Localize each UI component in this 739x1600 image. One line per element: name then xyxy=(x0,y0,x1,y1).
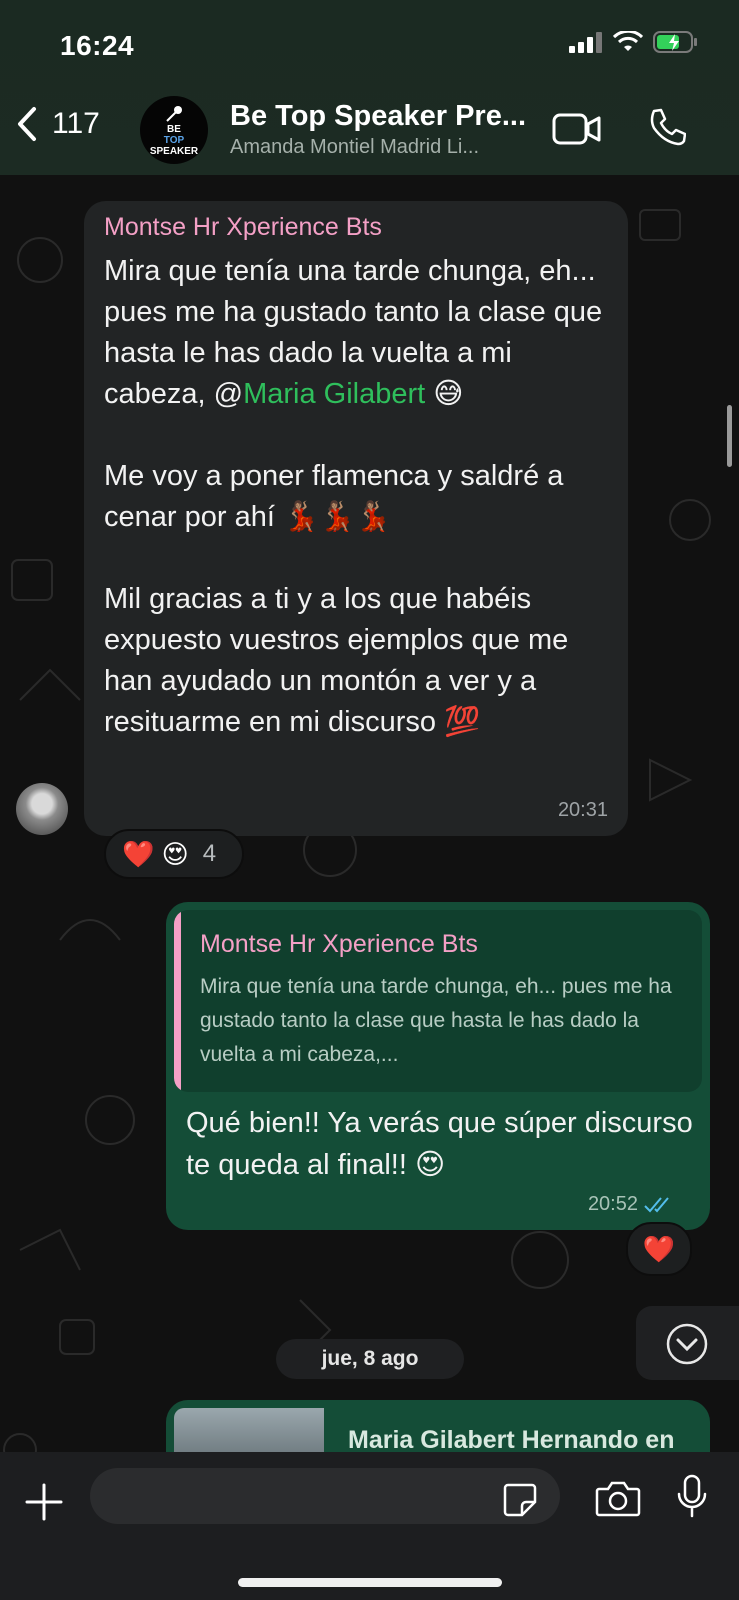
sender-avatar[interactable] xyxy=(16,783,68,835)
mention-link[interactable]: Maria Gilabert xyxy=(243,378,425,410)
avatar-text-be: BE xyxy=(167,123,181,135)
incoming-message[interactable]: Montse Hr Xperience Bts Mira que tenía u… xyxy=(84,201,628,836)
status-icons xyxy=(569,30,699,54)
outgoing-reaction[interactable]: ❤️ xyxy=(626,1222,692,1276)
sticker-icon xyxy=(503,1483,537,1517)
message-text: Qué bien!! Ya verás que súper discurso t… xyxy=(186,1107,693,1181)
read-ticks-icon xyxy=(644,1196,669,1212)
microphone-icon xyxy=(677,1474,707,1518)
message-meta: 20:52 xyxy=(588,1193,674,1216)
reaction-count: 4 xyxy=(202,840,217,867)
voice-call-icon xyxy=(650,108,687,146)
quote-text: Mira que tenía una tarde chunga, eh... p… xyxy=(200,975,672,1066)
home-indicator[interactable] xyxy=(238,1578,502,1587)
message-text: Mira que tenía una tarde chunga, eh... p… xyxy=(104,251,614,743)
camera-button[interactable] xyxy=(595,1480,641,1523)
plus-icon xyxy=(25,1483,63,1521)
microphone-logo-icon xyxy=(166,105,182,122)
unread-count: 117 xyxy=(52,107,100,140)
microphone-button[interactable] xyxy=(676,1474,708,1525)
quote-bar xyxy=(174,910,181,1092)
message-time: 20:31 xyxy=(557,799,608,821)
date-separator: jue, 8 ago xyxy=(276,1339,464,1379)
status-time: 16:24 xyxy=(60,30,135,61)
back-button[interactable]: 117 xyxy=(14,105,100,143)
link-title[interactable]: Maria Gilabert Hernando en xyxy=(348,1426,674,1455)
message-time: 20:52 xyxy=(587,1193,638,1215)
scroll-indicator xyxy=(727,405,732,467)
message-sender[interactable]: Montse Hr Xperience Bts xyxy=(104,213,382,242)
wifi-icon xyxy=(613,31,643,51)
video-call-button[interactable] xyxy=(552,112,602,151)
battery-icon xyxy=(653,31,697,53)
voice-call-button[interactable] xyxy=(646,108,687,153)
back-chevron-icon xyxy=(18,107,36,141)
quote-sender: Montse Hr Xperience Bts xyxy=(200,930,478,958)
avatar-text-top: TOP xyxy=(163,134,185,146)
sticker-button[interactable] xyxy=(502,1482,538,1523)
message-input[interactable] xyxy=(90,1468,560,1524)
chat-title[interactable]: Be Top Speaker Pre... xyxy=(230,100,540,133)
scroll-down-button[interactable] xyxy=(636,1306,739,1380)
signal-icon xyxy=(569,32,602,53)
outgoing-message[interactable]: Montse Hr Xperience Bts Mira que tenía u… xyxy=(166,902,710,1230)
chat-header: 16:24 117 BE TOP SPEAKER Be Top Speaker … xyxy=(0,0,739,175)
quoted-message[interactable]: Montse Hr Xperience Bts Mira que tenía u… xyxy=(174,910,702,1092)
message-text-part2: 😅 Me voy a poner flamenca y saldré a cen… xyxy=(104,378,569,738)
avatar-text-speaker: SPEAKER xyxy=(149,145,199,157)
video-call-icon xyxy=(552,113,601,145)
reaction-emojis: ❤️ 😍 xyxy=(122,838,189,869)
camera-icon xyxy=(595,1481,641,1517)
attach-button[interactable] xyxy=(24,1482,64,1527)
scroll-down-icon xyxy=(666,1323,708,1365)
chat-participants[interactable]: Amanda Montiel Madrid Li... xyxy=(230,136,530,159)
group-avatar[interactable]: BE TOP SPEAKER xyxy=(140,96,208,164)
message-reactions[interactable]: ❤️ 😍 4 xyxy=(104,829,244,879)
